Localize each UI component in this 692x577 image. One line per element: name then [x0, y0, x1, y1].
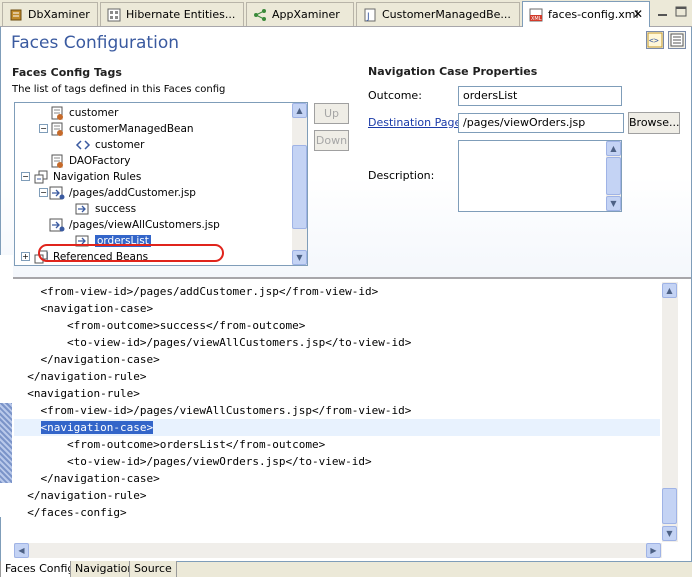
code-line-current: <navigation-case> [14, 419, 660, 436]
show-form-icon[interactable] [668, 31, 686, 49]
page-title: Faces Configuration [11, 33, 179, 53]
scroll-left-icon[interactable]: ◀ [14, 543, 29, 558]
dbxaminer-icon [9, 8, 23, 22]
outcome-field[interactable]: ordersList [458, 86, 622, 106]
svg-text:J: J [366, 12, 370, 22]
navigation-rules-icon [33, 170, 49, 184]
close-icon[interactable]: ✕ [633, 7, 643, 21]
code-line: </navigation-rule> [14, 489, 147, 502]
source-gutter [0, 255, 13, 517]
xml-source-view[interactable]: <from-view-id>/pages/addCustomer.jsp</fr… [14, 255, 660, 519]
tree-item-navigation-rules[interactable]: Navigation Rules [33, 169, 141, 185]
tree-item-addcustomer-rule[interactable]: /pages/addCustomer.jsp [49, 185, 196, 201]
tree-item-customermanagedbean[interactable]: customerManagedBean [49, 121, 194, 137]
code-line: <from-outcome>success</from-outcome> [14, 319, 306, 332]
down-button[interactable]: Down [314, 130, 349, 151]
config-tags-tree[interactable]: customer − customerManagedBean customer [14, 102, 308, 266]
scroll-up-icon[interactable]: ▲ [292, 103, 307, 118]
tree-item-success-case[interactable]: success [75, 201, 136, 217]
tab-customermanagedbean[interactable]: J CustomerManagedBe... [356, 2, 520, 26]
destination-page-link[interactable]: Destination Page: [368, 116, 465, 129]
description-field[interactable]: ▲ ▼ [458, 140, 622, 212]
editor-page-tabs: Faces Config Navigation Source [0, 561, 692, 577]
tab-appxaminer[interactable]: AppXaminer [246, 2, 354, 26]
code-line: </navigation-case> [14, 472, 160, 485]
editor-tab-bar: DbXaminer Hibernate Entities... AppXamin… [0, 0, 692, 27]
section-title-tags: Faces Config Tags [12, 66, 122, 79]
code-line: </faces-config> [14, 506, 127, 519]
navigation-case-icon [75, 202, 91, 216]
xml-file-icon: XML [529, 8, 543, 22]
property-icon [75, 138, 91, 152]
scroll-down-icon[interactable]: ▼ [606, 196, 621, 211]
code-line: <from-view-id>/pages/addCustomer.jsp</fr… [14, 285, 379, 298]
java-file-icon: J [363, 8, 377, 22]
tab-faces-config[interactable]: Faces Config [0, 561, 80, 577]
scrollbar-thumb[interactable] [292, 145, 307, 229]
tab-label: AppXaminer [272, 8, 340, 21]
tab-label: faces-config.xml [548, 8, 639, 21]
svg-text:XML: XML [531, 16, 542, 22]
tab-source[interactable]: Source [129, 561, 177, 577]
collapse-icon[interactable]: − [21, 172, 30, 181]
tree-item-customer-property[interactable]: customer [75, 137, 144, 153]
scrollbar-thumb[interactable] [662, 488, 677, 524]
selected-text: <navigation-case> [40, 421, 154, 434]
tree-item-daofactory[interactable]: DAOFactory [49, 153, 131, 169]
show-source-icon[interactable]: <> [646, 31, 664, 49]
description-scrollbar[interactable]: ▲ ▼ [606, 141, 621, 211]
managed-bean-icon [49, 154, 65, 168]
collapse-icon[interactable]: − [39, 188, 48, 197]
hibernate-icon [107, 8, 121, 22]
navigation-rule-icon [49, 186, 65, 200]
tab-hibernate-entities[interactable]: Hibernate Entities... [100, 2, 244, 26]
description-label: Description: [368, 169, 435, 182]
tab-label: DbXaminer [28, 8, 90, 21]
managed-bean-icon [49, 106, 65, 120]
tab-faces-config-xml[interactable]: XML faces-config.xml ✕ [522, 1, 650, 27]
collapse-icon[interactable]: − [39, 124, 48, 133]
up-button[interactable]: Up [314, 103, 349, 124]
source-vertical-scrollbar[interactable]: ▲ ▼ [662, 282, 678, 542]
code-line: <to-view-id>/pages/viewAllCustomers.jsp<… [14, 336, 412, 349]
code-line: <from-outcome>ordersList</from-outcome> [14, 438, 326, 451]
tab-label: CustomerManagedBe... [382, 8, 511, 21]
minimize-icon[interactable] [656, 6, 670, 18]
scroll-up-icon[interactable]: ▲ [662, 283, 677, 298]
tree-item-viewallcustomers-rule[interactable]: /pages/viewAllCustomers.jsp [49, 217, 220, 233]
code-line: <navigation-rule> [14, 387, 140, 400]
tree-item-customer-entity[interactable]: customer [49, 105, 118, 121]
destination-page-field[interactable]: /pages/viewOrders.jsp [458, 113, 624, 133]
tree-scrollbar[interactable]: ▲ ▼ [292, 103, 307, 265]
scroll-right-icon[interactable]: ▶ [646, 543, 661, 558]
navigation-rule-icon [49, 218, 65, 232]
code-line: <navigation-case> [14, 302, 154, 315]
source-horizontal-scrollbar[interactable]: ◀ ▶ [14, 543, 662, 558]
browse-button[interactable]: Browse... [628, 112, 680, 134]
managed-bean-icon [49, 122, 65, 136]
section-title-navigation-case: Navigation Case Properties [368, 65, 538, 78]
code-line: <from-view-id>/pages/viewAllCustomers.js… [14, 404, 412, 417]
tab-dbxaminer[interactable]: DbXaminer [2, 2, 98, 26]
appxaminer-icon [253, 8, 267, 22]
code-line: </navigation-case> [14, 353, 160, 366]
scrollbar-thumb[interactable] [606, 157, 621, 195]
section-description: The list of tags defined in this Faces c… [12, 84, 226, 95]
tab-label: Hibernate Entities... [126, 8, 236, 21]
scroll-up-icon[interactable]: ▲ [606, 141, 621, 156]
code-line: <to-view-id>/pages/viewOrders.jsp</to-vi… [14, 455, 372, 468]
code-line: </navigation-rule> [14, 370, 147, 383]
faces-config-form: Faces Configuration <> Faces Config Tags… [1, 27, 691, 277]
outcome-label: Outcome: [368, 89, 422, 102]
svg-text:<>: <> [649, 36, 659, 45]
range-indicator [0, 403, 12, 483]
maximize-icon[interactable] [674, 6, 688, 18]
scroll-down-icon[interactable]: ▼ [662, 526, 677, 541]
